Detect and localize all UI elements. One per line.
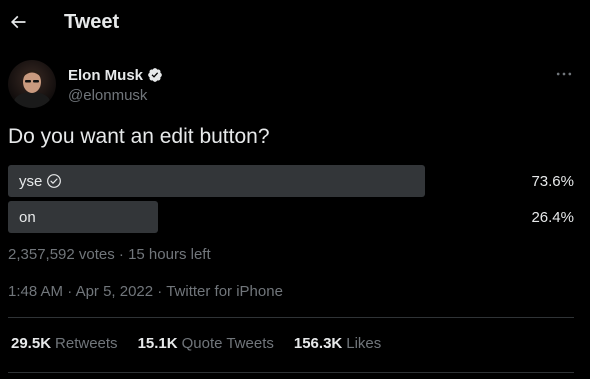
tweet-author: Elon Musk @elonmusk (8, 60, 582, 112)
back-button[interactable] (8, 8, 30, 36)
poll-option-label: on (19, 208, 36, 226)
tweet-time[interactable]: 1:48 AM (8, 283, 63, 300)
poll-option-percent: 26.4% (531, 208, 574, 226)
avatar[interactable] (8, 60, 56, 108)
quote-tweets-stat[interactable]: 15.1K Quote Tweets (138, 335, 274, 352)
check-circle-icon (46, 173, 62, 189)
author-handle[interactable]: @elonmusk (68, 87, 147, 104)
likes-count: 156.3K (293, 335, 343, 352)
poll-option-2[interactable]: on 26.4% (8, 201, 582, 233)
quote-tweets-count: 15.1K (137, 335, 178, 352)
page-title: Tweet (64, 11, 120, 33)
author-name-link[interactable]: Elon Musk (68, 64, 163, 86)
arrow-left-icon (10, 15, 26, 29)
poll-option-1[interactable]: yse 73.6% (8, 165, 582, 197)
more-horizontal-icon (556, 72, 572, 76)
poll-option-percent: 73.6% (531, 172, 574, 190)
retweets-stat[interactable]: 29.5K Retweets (11, 335, 118, 352)
divider (8, 317, 574, 318)
tweet-source[interactable]: Twitter for iPhone (166, 283, 283, 300)
quote-tweets-label: Quote Tweets (181, 335, 274, 352)
likes-label: Likes (346, 335, 382, 352)
tweet-stats: 29.5K Retweets 15.1K Quote Tweets 156.3K Li… (11, 335, 381, 352)
poll-votes-info: 2,357,592 votes · 15 hours left (8, 246, 211, 263)
profile-photo-icon (8, 60, 56, 108)
tweet-text: Do you want an edit button? (8, 125, 270, 148)
divider (8, 372, 574, 373)
separator: · (63, 283, 76, 300)
tweet-date[interactable]: Apr 5, 2022 (76, 283, 154, 300)
retweets-count: 29.5K (11, 335, 52, 352)
poll-bar (8, 165, 425, 197)
top-bar: Tweet (0, 0, 590, 46)
separator: · (153, 283, 167, 300)
poll-option-label: yse (19, 172, 43, 190)
more-options-button[interactable] (554, 64, 574, 84)
retweets-label: Retweets (55, 335, 118, 352)
verified-badge-icon (147, 67, 163, 83)
likes-stat[interactable]: 156.3K Likes (294, 335, 381, 352)
author-name: Elon Musk (68, 66, 144, 84)
tweet-timestamp: 1:48 AM · Apr 5, 2022 · Twitter for iPho… (8, 283, 283, 300)
